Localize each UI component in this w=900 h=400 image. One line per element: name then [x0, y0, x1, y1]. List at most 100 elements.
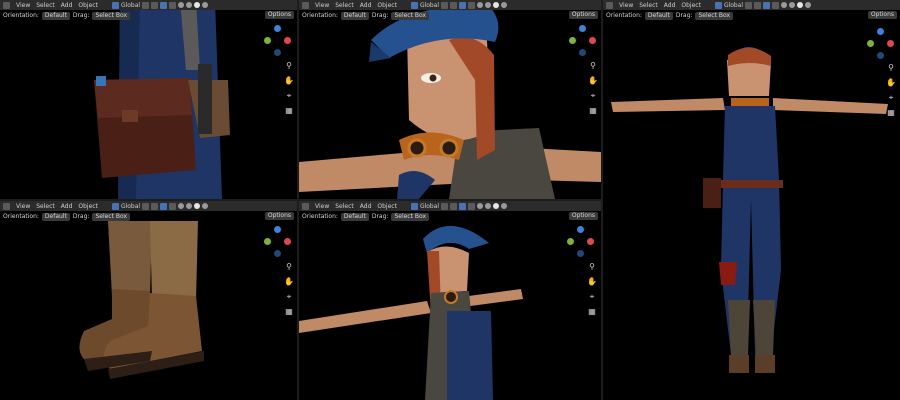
shading-material-icon[interactable]	[493, 203, 500, 209]
zoom-icon[interactable]: ⚲	[286, 62, 292, 70]
proportional-edit-icon[interactable]	[151, 1, 159, 9]
menu-object[interactable]: Object	[681, 2, 701, 9]
transform-space-dropdown[interactable]: Global	[121, 203, 140, 210]
shading-material-icon[interactable]	[797, 2, 804, 8]
shading-wireframe-icon[interactable]	[477, 203, 484, 209]
transform-space-dropdown[interactable]: Global	[724, 2, 743, 9]
x-axis-icon[interactable]	[587, 238, 594, 245]
options-dropdown[interactable]: Options	[264, 212, 294, 220]
overlay-toggle-icon[interactable]	[772, 1, 780, 9]
gizmo-toggle-icon[interactable]	[763, 1, 771, 9]
axis-gizmo[interactable]	[567, 226, 595, 257]
camera-icon[interactable]: ⌖	[591, 92, 596, 100]
hand-pan-icon[interactable]: ✋	[588, 77, 598, 85]
menu-view[interactable]: View	[619, 2, 633, 9]
z-axis-icon[interactable]	[577, 226, 584, 233]
shading-solid-icon[interactable]	[485, 203, 492, 209]
shading-wireframe-icon[interactable]	[781, 2, 788, 8]
menu-select[interactable]: Select	[335, 203, 354, 210]
menu-add[interactable]: Add	[61, 2, 73, 9]
overlay-toggle-icon[interactable]	[468, 202, 476, 210]
orientation-dropdown[interactable]: Default	[41, 11, 70, 20]
shading-solid-icon[interactable]	[186, 2, 193, 8]
menu-view[interactable]: View	[16, 203, 30, 210]
overlay-toggle-icon[interactable]	[169, 1, 177, 9]
drag-dropdown[interactable]: Select Box	[391, 212, 430, 221]
menu-select[interactable]: Select	[335, 2, 354, 9]
drag-dropdown[interactable]: Select Box	[391, 11, 430, 20]
viewport-boots-closeup[interactable]: View Select Add Object Global Orientatio…	[0, 201, 297, 400]
y-axis-icon[interactable]	[569, 37, 576, 44]
menu-select[interactable]: Select	[36, 2, 55, 9]
orientation-dropdown[interactable]: Default	[644, 11, 673, 20]
grid-icon[interactable]: ▦	[589, 107, 597, 115]
snap-icon[interactable]	[142, 1, 150, 9]
z-axis-icon[interactable]	[274, 25, 281, 32]
axis-gizmo[interactable]	[264, 226, 292, 257]
orientation-dropdown[interactable]: Default	[41, 212, 70, 221]
proportional-edit-icon[interactable]	[151, 202, 159, 210]
hand-pan-icon[interactable]: ✋	[284, 278, 294, 286]
y-axis-icon[interactable]	[867, 40, 874, 47]
axis-gizmo[interactable]	[867, 28, 895, 59]
x-axis-icon[interactable]	[284, 37, 291, 44]
zoom-icon[interactable]: ⚲	[888, 64, 894, 72]
camera-icon[interactable]: ⌖	[889, 94, 894, 102]
menu-object[interactable]: Object	[78, 2, 98, 9]
proportional-edit-icon[interactable]	[450, 202, 458, 210]
gizmo-toggle-icon[interactable]	[459, 1, 467, 9]
camera-icon[interactable]: ⌖	[287, 92, 292, 100]
snap-icon[interactable]	[441, 1, 449, 9]
hand-pan-icon[interactable]: ✋	[886, 79, 896, 87]
orientation-dropdown[interactable]: Default	[340, 212, 369, 221]
shading-rendered-icon[interactable]	[501, 203, 508, 209]
editor-type-icon[interactable]	[302, 1, 309, 9]
grid-icon[interactable]: ▦	[285, 107, 293, 115]
z-axis-icon[interactable]	[274, 226, 281, 233]
shading-wireframe-icon[interactable]	[477, 2, 484, 8]
snap-icon[interactable]	[745, 1, 753, 9]
shading-material-icon[interactable]	[493, 2, 500, 8]
transform-pivot-icon[interactable]	[111, 1, 119, 9]
shading-rendered-icon[interactable]	[202, 2, 209, 8]
y-axis-icon[interactable]	[567, 238, 574, 245]
snap-icon[interactable]	[441, 202, 449, 210]
transform-space-dropdown[interactable]: Global	[121, 2, 140, 9]
hand-pan-icon[interactable]: ✋	[284, 77, 294, 85]
shading-material-icon[interactable]	[194, 2, 201, 8]
shading-material-icon[interactable]	[194, 203, 201, 209]
shading-solid-icon[interactable]	[789, 2, 796, 8]
grid-icon[interactable]: ▦	[588, 308, 596, 316]
neg-z-axis-icon[interactable]	[274, 250, 281, 257]
z-axis-icon[interactable]	[877, 28, 884, 35]
transform-pivot-icon[interactable]	[410, 1, 418, 9]
proportional-edit-icon[interactable]	[450, 1, 458, 9]
neg-z-axis-icon[interactable]	[579, 49, 586, 56]
options-dropdown[interactable]: Options	[568, 11, 598, 19]
shading-rendered-icon[interactable]	[805, 2, 812, 8]
zoom-icon[interactable]: ⚲	[286, 263, 292, 271]
menu-view[interactable]: View	[315, 203, 329, 210]
transform-pivot-icon[interactable]	[714, 1, 722, 9]
shading-solid-icon[interactable]	[485, 2, 492, 8]
proportional-edit-icon[interactable]	[754, 1, 762, 9]
neg-z-axis-icon[interactable]	[577, 250, 584, 257]
drag-dropdown[interactable]: Select Box	[92, 11, 131, 20]
x-axis-icon[interactable]	[284, 238, 291, 245]
options-dropdown[interactable]: Options	[867, 11, 897, 19]
grid-icon[interactable]: ▦	[285, 308, 293, 316]
y-axis-icon[interactable]	[264, 238, 271, 245]
viewport-upper-body[interactable]: View Select Add Object Global Orientatio…	[299, 201, 601, 400]
transform-pivot-icon[interactable]	[111, 202, 119, 210]
shading-wireframe-icon[interactable]	[178, 2, 185, 8]
editor-type-icon[interactable]	[302, 202, 309, 210]
editor-type-icon[interactable]	[3, 1, 10, 9]
transform-pivot-icon[interactable]	[410, 202, 418, 210]
snap-icon[interactable]	[142, 202, 150, 210]
neg-z-axis-icon[interactable]	[274, 49, 281, 56]
transform-space-dropdown[interactable]: Global	[420, 2, 439, 9]
x-axis-icon[interactable]	[887, 40, 894, 47]
hand-pan-icon[interactable]: ✋	[587, 278, 597, 286]
menu-add[interactable]: Add	[61, 203, 73, 210]
transform-space-dropdown[interactable]: Global	[420, 203, 439, 210]
